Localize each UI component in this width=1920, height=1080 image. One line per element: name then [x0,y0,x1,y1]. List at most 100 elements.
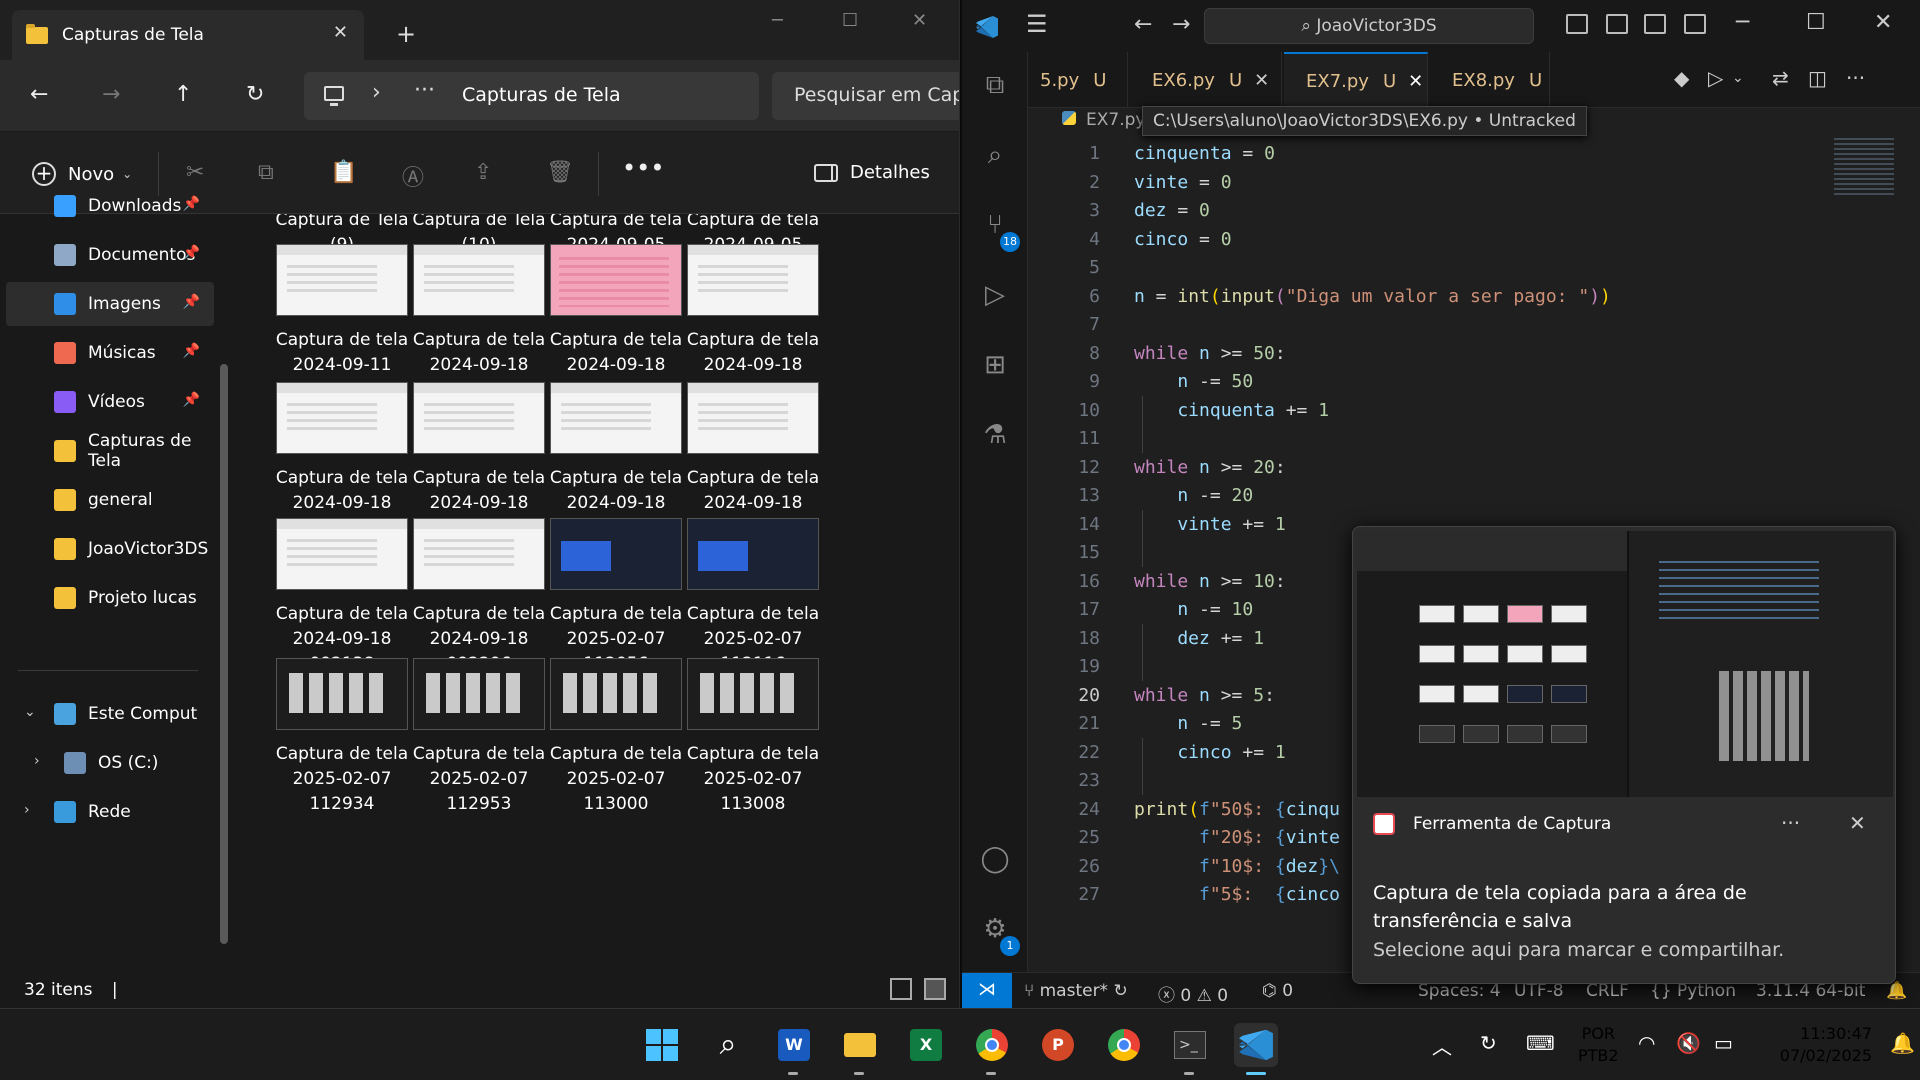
minimap[interactable] [1834,138,1894,198]
customize-layout-icon[interactable] [1684,14,1706,34]
excel-icon[interactable]: X [904,1023,948,1067]
new-tab-button[interactable]: + [396,20,416,48]
new-button[interactable]: + Novo ⌄ [32,162,132,186]
chevron-right-icon[interactable]: › [372,80,381,105]
explorer-tab[interactable]: Capturas de Tela ✕ [12,10,364,60]
more-path-icon[interactable]: ··· [414,78,435,103]
toast-close-icon[interactable]: ✕ [1849,811,1866,835]
minimize-button[interactable]: ─ [772,10,783,31]
file-tile[interactable]: Captura de tela2024-09-18082024 [399,244,559,403]
close-window-button[interactable]: ✕ [912,10,927,31]
chevron-down-icon[interactable]: ⌄ [1732,70,1744,86]
chevron-down-icon[interactable]: ⌄ [24,704,36,720]
sidebar-item[interactable]: Projeto lucas [6,576,214,620]
file-tile[interactable]: Captura de tela2024-09-18092138 [262,518,422,677]
toggle-sidebar-icon[interactable] [1566,14,1588,34]
volume-muted-icon[interactable]: 🔇 [1676,1031,1701,1055]
sidebar-item[interactable]: Imagens 📌 [6,282,214,326]
file-tile[interactable]: Captura de tela 2025-02-07 113008 [673,658,833,817]
file-tile[interactable]: Captura de tela 2025-02-07 113000 [536,658,696,817]
chevron-right-icon[interactable]: › [34,753,40,769]
address-bar[interactable]: › ··· Capturas de Tela [304,72,759,120]
explorer-search-input[interactable]: Pesquisar em Capturas de Tela [772,72,959,120]
file-tile[interactable]: Captura de tela2025-02-07112116 [673,518,833,677]
encoding-status[interactable]: UTF-8 [1514,981,1564,1001]
notifications-bell-icon[interactable]: 🔔 [1886,981,1907,1001]
file-tile[interactable]: Captura de tela 2025-02-07 112953 [399,658,559,817]
sidebar-item[interactable]: Vídeos 📌 [6,380,214,424]
start-icon[interactable] [640,1023,684,1067]
refresh-button[interactable]: ↻ [246,82,264,107]
close-tab-icon[interactable]: ✕ [1408,71,1423,92]
sync-icon[interactable]: ↻ [1480,1031,1497,1055]
file-tile[interactable]: Captura de tela2024-09-11120522 [262,244,422,403]
sidebar-item[interactable]: Músicas 📌 [6,331,214,375]
toggle-secondary-sidebar-icon[interactable] [1644,14,1666,34]
language-status[interactable]: {} Python [1650,981,1736,1001]
branch-status[interactable]: ⑂ master* ↻ [1024,981,1128,1001]
paste-icon[interactable]: 📋 [330,160,357,185]
chrome-icon[interactable] [970,1023,1014,1075]
sidebar-scrollbar[interactable] [220,364,228,944]
powerpoint-icon[interactable]: P [1036,1023,1080,1067]
maximize-button[interactable]: ☐ [842,10,858,31]
ports-status[interactable]: ⌬ 0 [1262,981,1293,1001]
back-button[interactable]: ← [1134,12,1152,37]
compare-changes-icon[interactable]: ⇄ [1772,66,1789,90]
editor-tab[interactable]: EX6.py U ✕ [1130,52,1282,108]
up-button[interactable]: ↑ [174,82,192,107]
indentation-status[interactable]: Spaces: 4 [1418,981,1501,1001]
battery-icon[interactable]: ▭ [1714,1031,1733,1055]
close-tab-icon[interactable]: ✕ [1254,70,1269,91]
file-tile[interactable]: Captura de tela 2025-02-07 112934 [262,658,422,817]
chevron-right-icon[interactable]: › [24,802,30,818]
wifi-icon[interactable]: ◠ [1638,1031,1655,1055]
file-explorer-icon[interactable] [838,1023,882,1075]
extensions-icon[interactable]: ⊞ [976,350,1014,388]
menu-icon[interactable]: ☰ [1026,10,1048,38]
sidebar-item[interactable]: JoaoVictor3DS [6,527,214,571]
terminal-icon[interactable]: >_ [1168,1023,1212,1075]
notification-bell-icon[interactable]: 🔔 [1890,1031,1915,1055]
back-button[interactable]: ← [30,82,48,107]
delete-icon[interactable]: 🗑 [546,160,574,185]
close-window-button[interactable]: ✕ [1874,10,1892,35]
search-icon[interactable]: ⌕ [976,140,1014,178]
breadcrumb[interactable]: EX7.py [1062,110,1145,130]
explorer-icon[interactable]: ⧉ [976,70,1014,108]
forward-button[interactable]: → [102,82,120,107]
testing-icon[interactable]: ⚗ [976,420,1014,458]
eol-status[interactable]: CRLF [1586,981,1629,1001]
show-hidden-icons-icon[interactable]: ︿ [1432,1031,1452,1060]
remote-indicator-icon[interactable]: ⋊ [962,973,1012,1008]
tree-item[interactable]: › OS (C:) [6,741,214,785]
maximize-button[interactable]: ☐ [1806,10,1826,35]
tiles-view-icon[interactable] [924,978,946,1000]
split-editor-icon[interactable]: ◫ [1808,66,1827,90]
close-tab-icon[interactable]: ✕ [333,22,348,43]
source-control-icon[interactable]: ⑂ 18 [976,210,1020,252]
touch-keyboard-icon[interactable]: ⌨ [1526,1031,1555,1055]
word-icon[interactable]: W [772,1023,816,1075]
sidebar-item[interactable]: Downloads 📌 [6,184,214,228]
file-tile[interactable]: Captura de tela2024-09-18083333 [536,244,696,403]
details-button[interactable]: Detalhes [814,162,930,183]
toast-more-icon[interactable]: ··· [1781,811,1800,835]
editor-tab[interactable]: 5.py U [1028,52,1128,108]
run-file-icon[interactable]: ▷ [1708,66,1723,90]
sidebar-item[interactable]: Capturas de Tela [6,429,214,473]
system-clock[interactable]: 11:30:47 07/02/2025 [1760,1023,1872,1067]
search-icon[interactable]: ⌕ [706,1023,750,1067]
file-tile[interactable]: Captura de tela2024-09-18083642 [673,244,833,403]
more-options-icon[interactable]: ••• [622,154,664,182]
run-debug-icon[interactable]: ▷ [976,280,1014,318]
share-icon[interactable]: ⇪ [474,160,492,185]
editor-tab[interactable]: EX8.py U [1430,52,1550,108]
tree-item[interactable]: ⌄ Este Computador [6,692,214,736]
toggle-panel-icon[interactable] [1606,14,1628,34]
editor-tab[interactable]: EX7.py U ✕ [1284,52,1428,108]
account-icon[interactable]: ◯ [976,844,1014,882]
interpreter-status[interactable]: 3.11.4 64-bit [1756,981,1865,1001]
input-language[interactable]: POR PTB2 [1578,1023,1619,1067]
details-view-icon[interactable] [890,978,912,1000]
